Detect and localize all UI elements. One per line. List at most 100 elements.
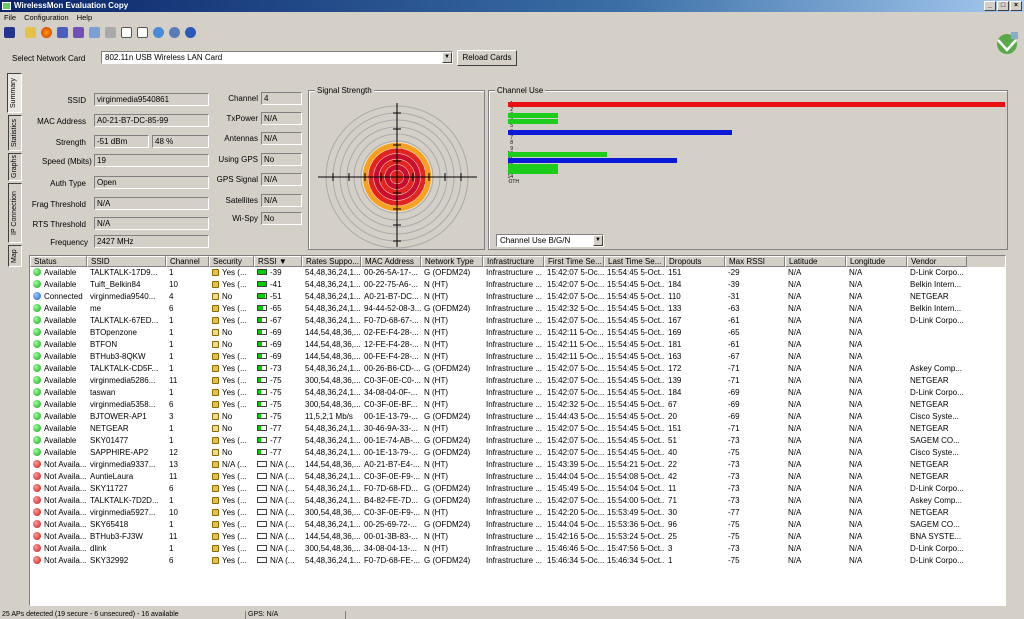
table-row[interactable]: Not Availa... SKY65418 1 Yes (... N/A (... 54… xyxy=(30,519,1005,531)
open-icon[interactable] xyxy=(23,24,38,40)
table-row[interactable]: Available virginmedia5286... 11 Yes (... -75… xyxy=(30,375,1005,387)
table-row[interactable]: Connected virginmedia9540... 4 No -51 54,48,3… xyxy=(30,291,1005,303)
table-row[interactable]: Available BTFON 1 No -69 144,54,48,36,... 12-F… xyxy=(30,339,1005,351)
table-cell: NETGEAR xyxy=(910,508,949,517)
help-icon[interactable] xyxy=(183,24,198,40)
table-row[interactable]: Available TALKTALK-CD5F... 1 Yes (... -73 54,… xyxy=(30,363,1005,375)
column-header[interactable]: Network Type xyxy=(421,256,483,267)
table-cell: N/A xyxy=(849,268,863,277)
column-header[interactable]: Dropouts xyxy=(665,256,725,267)
check-icon[interactable] xyxy=(119,24,134,40)
security-text: Yes (... xyxy=(222,436,247,445)
network-card-select[interactable]: 802.11n USB Wireless LAN Card ▼ xyxy=(101,51,453,64)
column-header[interactable]: Security xyxy=(209,256,254,267)
reload-cards-button[interactable]: Reload Cards xyxy=(457,50,517,66)
channel-mode-select[interactable]: Channel Use B/G/N ▼ xyxy=(496,234,604,247)
signal-bar-icon xyxy=(257,473,267,479)
table-cell: 54,48,36,24,1... xyxy=(305,292,361,301)
table-row[interactable]: Not Availa... SKY11727 6 Yes (... N/A (... 54… xyxy=(30,483,1005,495)
table-row[interactable]: Available NETGEAR 1 No -77 54,48,36,24,1... 30… xyxy=(30,423,1005,435)
column-header[interactable]: SSID xyxy=(87,256,166,267)
table-row[interactable]: Not Availa... dlink 1 Yes (... N/A (... 300,5… xyxy=(30,543,1005,555)
export-icon[interactable] xyxy=(87,24,102,40)
table-cell: 00-22-75-A6-... xyxy=(364,280,418,289)
security-text: Yes (... xyxy=(222,280,247,289)
table-row[interactable]: Available TALKTALK-67ED... 1 Yes (... -67 54,… xyxy=(30,315,1005,327)
globe-icon[interactable] xyxy=(39,24,54,40)
table-cell: 15:53:36 5-Oct... xyxy=(607,520,665,529)
column-header[interactable]: Latitude xyxy=(785,256,846,267)
minimize-button[interactable]: _ xyxy=(984,1,996,11)
lock-icon xyxy=(212,329,219,336)
column-header[interactable]: Status xyxy=(30,256,87,267)
chevron-down-icon[interactable]: ▼ xyxy=(593,235,603,246)
column-header[interactable]: MAC Address xyxy=(361,256,421,267)
column-header[interactable]: First Time Se... xyxy=(544,256,604,267)
satellites-field: N/A xyxy=(261,194,302,207)
rssi-text: -73 xyxy=(270,364,282,373)
gps-signal-label: GPS Signal xyxy=(216,175,258,184)
table-row[interactable]: Available virginmedia5358... 6 Yes (... -75 3… xyxy=(30,399,1005,411)
table-header: Status SSID Channel Security RSSI ▼ Rates Sup… xyxy=(30,256,1005,267)
signal-bar-icon xyxy=(257,305,267,311)
table-row[interactable]: Available Tuift_Belkin84 10 Yes (... -41 54,4… xyxy=(30,279,1005,291)
menu-configuration[interactable]: Configuration xyxy=(24,12,69,23)
document-icon[interactable] xyxy=(135,24,150,40)
table-row[interactable]: Available BTHub3-8QKW 1 Yes (... -69 144,54,4… xyxy=(30,351,1005,363)
menu-help[interactable]: Help xyxy=(77,12,92,23)
ap-list[interactable]: Status SSID Channel Security RSSI ▼ Rates Sup… xyxy=(29,255,1006,606)
tab-summary[interactable]: Summary xyxy=(7,73,22,113)
save-icon[interactable] xyxy=(2,24,17,40)
security-text: Yes (... xyxy=(222,316,247,325)
web-icon[interactable] xyxy=(151,24,166,40)
lock-icon xyxy=(212,497,219,504)
column-header[interactable]: Vendor xyxy=(907,256,967,267)
table-row[interactable]: Available SKY01477 1 Yes (... -77 54,48,36,24… xyxy=(30,435,1005,447)
status-cell: Available xyxy=(30,339,87,351)
channel-bars xyxy=(508,102,1005,212)
column-header[interactable]: Channel xyxy=(166,256,209,267)
about-icon[interactable] xyxy=(167,24,182,40)
column-header[interactable]: RSSI ▼ xyxy=(254,256,302,267)
column-header[interactable]: Longitude xyxy=(846,256,907,267)
table-row[interactable]: Available SAPPHIRE-AP2 12 No -77 54,48,36,24,… xyxy=(30,447,1005,459)
menu-file[interactable]: File xyxy=(4,12,16,23)
network-icon[interactable] xyxy=(55,24,70,40)
tab-ip-connection[interactable]: IP Connection xyxy=(8,183,22,243)
column-header[interactable]: Last Time Se... xyxy=(604,256,665,267)
column-header[interactable]: Infrastructure xyxy=(483,256,544,267)
table-row[interactable]: Not Availa... virginmedia9337... 13 N/A (..… xyxy=(30,459,1005,471)
table-row[interactable]: Available taswan 1 Yes (... -75 54,48,36,24,1… xyxy=(30,387,1005,399)
column-header[interactable]: Max RSSI xyxy=(725,256,785,267)
table-cell: N/A xyxy=(849,484,863,493)
table-row[interactable]: Available BTOpenzone 1 No -69 144,54,48,36,..… xyxy=(30,327,1005,339)
table-cell: 54,48,36,24,1... xyxy=(305,448,361,457)
table-row[interactable]: Available TALKTALK-17D9... 1 Yes (... -39 54,… xyxy=(30,267,1005,279)
rssi-cell: N/A (... xyxy=(254,459,302,471)
maximize-button[interactable]: □ xyxy=(997,1,1009,11)
table-row[interactable]: Not Availa... TALKTALK-7D2D... 1 Yes (... N/… xyxy=(30,495,1005,507)
table-row[interactable]: Available me 6 Yes (... -65 54,48,36,24,1... 9… xyxy=(30,303,1005,315)
print-icon[interactable] xyxy=(103,24,118,40)
security-text: No xyxy=(222,328,233,337)
table-row[interactable]: Not Availa... AuntieLaura 11 Yes (... N/A (.… xyxy=(30,471,1005,483)
table-cell: N/A xyxy=(788,412,802,421)
security-cell: N/A (... xyxy=(209,459,254,471)
table-cell: 15:42:07 5-Oc... xyxy=(547,316,604,325)
chevron-down-icon[interactable]: ▼ xyxy=(442,52,452,63)
tab-map[interactable]: Map xyxy=(8,245,22,267)
table-row[interactable]: Not Availa... BTHub3-FJ3W 11 Yes (... N/A (.… xyxy=(30,531,1005,543)
column-header[interactable]: Rates Suppo... xyxy=(302,256,361,267)
close-button[interactable]: × xyxy=(1010,1,1022,11)
table-row[interactable]: Not Availa... SKY32992 6 Yes (... N/A (... 54… xyxy=(30,555,1005,567)
table-cell: N/A xyxy=(788,460,802,469)
table-row[interactable]: Available BJTOWER-AP1 3 No -75 11,5,2,1 Mb/s 0… xyxy=(30,411,1005,423)
table-cell: -77 xyxy=(728,508,740,517)
table-cell: 15:42:11 5-Oc... xyxy=(547,352,604,361)
network2-icon[interactable] xyxy=(71,24,86,40)
table-cell: N/A xyxy=(788,328,802,337)
table-row[interactable]: Not Availa... virginmedia5927... 10 Yes (..… xyxy=(30,507,1005,519)
status-cell: Not Availa... xyxy=(30,507,87,519)
table-cell xyxy=(907,327,967,339)
table-cell: N/A xyxy=(788,508,802,517)
